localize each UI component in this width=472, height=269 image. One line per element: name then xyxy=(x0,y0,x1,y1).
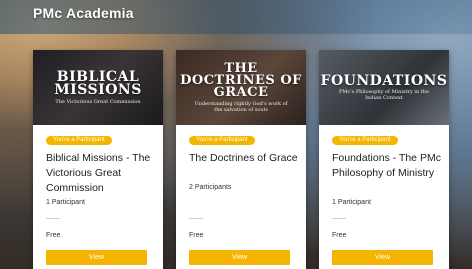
course-card[interactable]: BIBLICAL MISSIONS The Victorious Great C… xyxy=(33,50,163,269)
view-button[interactable]: View xyxy=(332,250,433,265)
participant-badge: You're a Participant xyxy=(332,136,398,145)
participant-badge: You're a Participant xyxy=(189,136,255,145)
course-title[interactable]: Foundations - The PMc Philosophy of Mini… xyxy=(332,151,442,181)
banner-subtitle: The Victorious Great Commission xyxy=(55,98,141,105)
course-price: Free xyxy=(189,232,204,239)
course-banner-image[interactable]: FOUNDATIONS PMc's Philosophy of Ministry… xyxy=(319,50,449,125)
divider xyxy=(46,218,60,219)
divider xyxy=(189,218,203,219)
participant-badge: You're a Participant xyxy=(46,136,112,145)
participant-count: 2 Participants xyxy=(189,184,232,191)
course-card[interactable]: THE DOCTRINES OF GRACE Understanding rig… xyxy=(176,50,306,269)
view-button[interactable]: View xyxy=(189,250,290,265)
participant-count: 1 Participant xyxy=(332,199,371,206)
course-title[interactable]: Biblical Missions - The Victorious Great… xyxy=(46,151,156,196)
course-price: Free xyxy=(46,232,61,239)
course-banner-image[interactable]: THE DOCTRINES OF GRACE Understanding rig… xyxy=(176,50,306,125)
banner-subtitle: PMc's Philosophy of Ministry in the Indi… xyxy=(339,88,429,101)
participant-count: 1 Participant xyxy=(46,199,85,206)
banner-subtitle: Understanding rightly God's work of the … xyxy=(194,100,288,113)
banner-title: THE DOCTRINES OF GRACE xyxy=(180,60,302,100)
banner-title: FOUNDATIONS xyxy=(320,72,448,89)
course-title[interactable]: The Doctrines of Grace xyxy=(189,151,299,166)
divider xyxy=(332,218,346,219)
view-button[interactable]: View xyxy=(46,250,147,265)
course-price: Free xyxy=(332,232,347,239)
banner-title: BIBLICAL MISSIONS xyxy=(54,68,142,98)
site-title[interactable]: PMc Academia xyxy=(33,5,134,21)
course-card[interactable]: FOUNDATIONS PMc's Philosophy of Ministry… xyxy=(319,50,449,269)
course-banner-image[interactable]: BIBLICAL MISSIONS The Victorious Great C… xyxy=(33,50,163,125)
